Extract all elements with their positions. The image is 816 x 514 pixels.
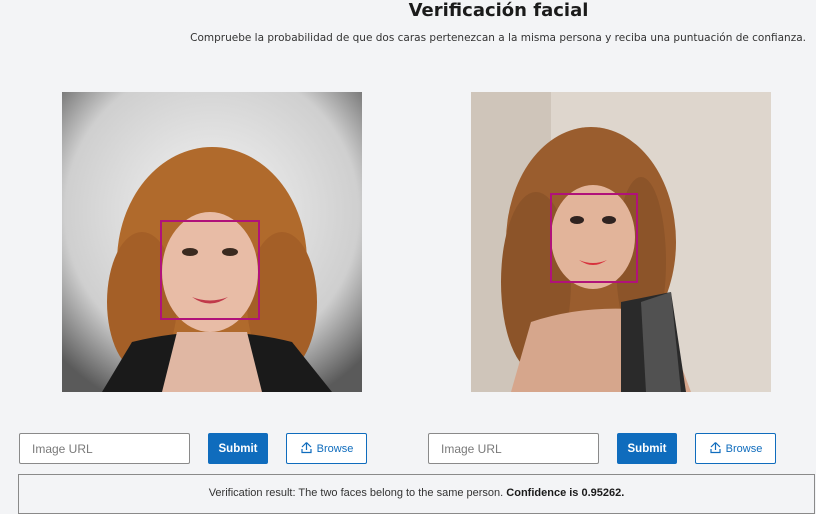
submit-button-2[interactable]: Submit [617, 433, 677, 464]
page-subtitle: Compruebe la probabilidad de que dos car… [190, 32, 806, 44]
browse-label: Browse [316, 442, 354, 455]
browse-label: Browse [725, 442, 763, 455]
upload-icon [300, 441, 313, 457]
browse-button-2[interactable]: Browse [695, 433, 776, 464]
verification-result: Verification result: The two faces belon… [18, 474, 815, 514]
upload-icon [709, 441, 722, 457]
image-url-input-2[interactable] [428, 433, 599, 464]
face-image-2 [471, 92, 771, 392]
confidence-score: Confidence is 0.95262. [506, 487, 625, 499]
browse-button-1[interactable]: Browse [286, 433, 367, 464]
face-image-1 [62, 92, 362, 392]
face-detection-box [550, 193, 638, 283]
image-url-input-1[interactable] [19, 433, 190, 464]
face-detection-box [160, 220, 260, 320]
submit-button-1[interactable]: Submit [208, 433, 268, 464]
page-title: Verificación facial [408, 0, 589, 21]
result-text: Verification result: The two faces belon… [208, 487, 504, 499]
